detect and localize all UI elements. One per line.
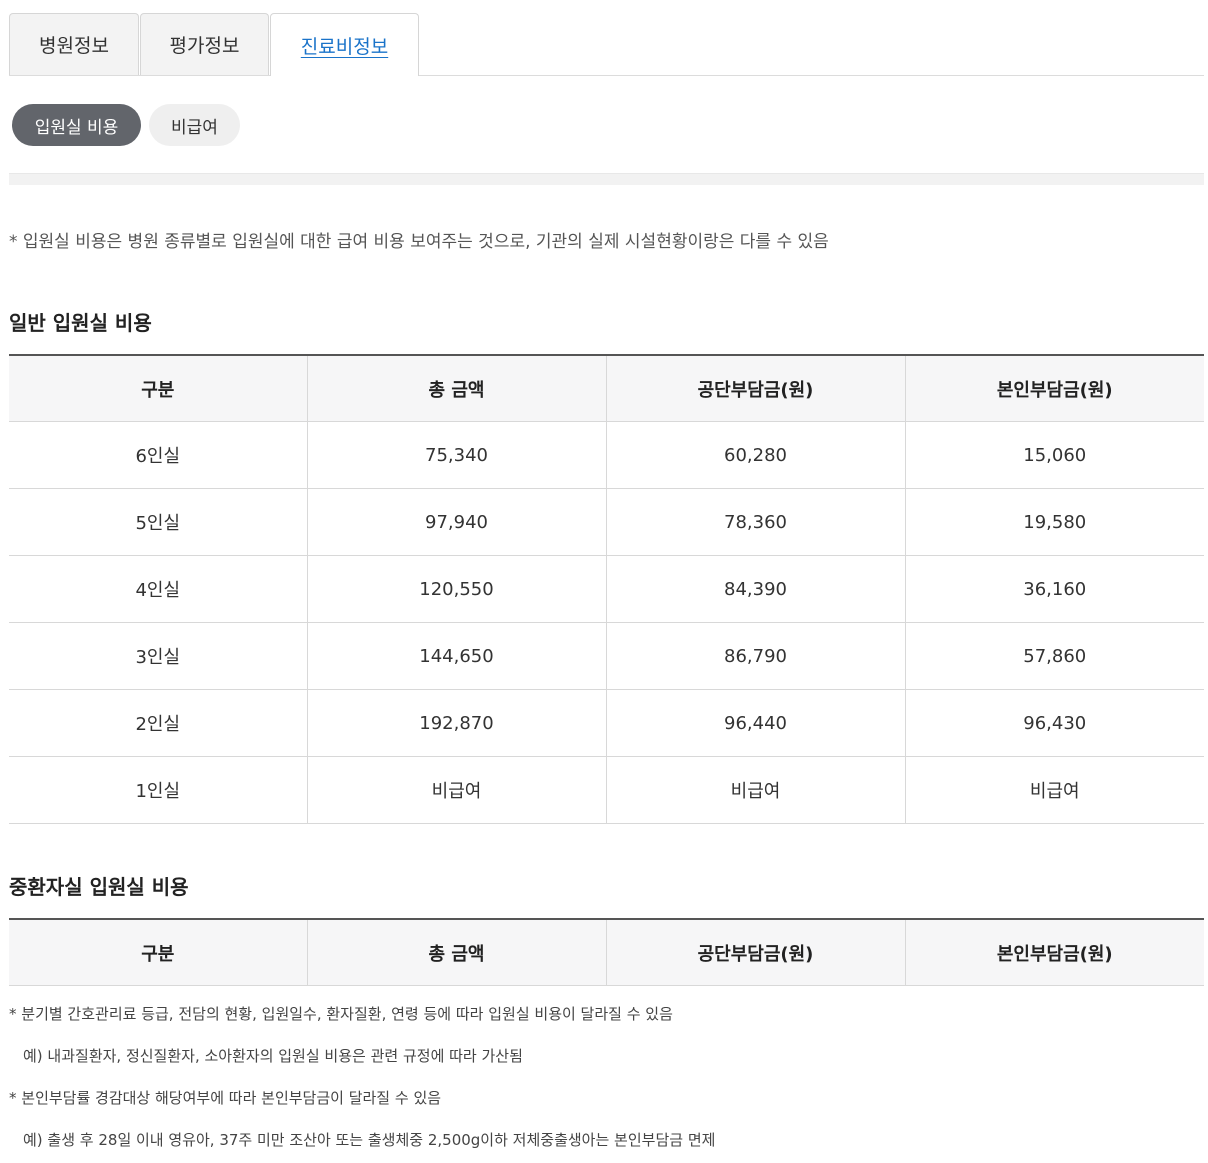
cell-total: 75,340 (306, 421, 606, 489)
tab-bar: 병원정보 평가정보 진료비정보 (9, 0, 1204, 76)
cell-insurer-share: 비급여 (605, 756, 905, 824)
cell-insurer-share: 78,360 (605, 488, 905, 556)
cell-category: 6인실 (9, 421, 307, 489)
cell-patient-share: 비급여 (904, 756, 1204, 824)
note-item: * 본인부담률 경감대상 해당여부에 따라 본인부담금이 달라질 수 있음 (9, 1089, 442, 1107)
note-example: 예) 출생 후 28일 이내 영유아, 37주 미만 조산아 또는 출생체중 2… (23, 1131, 716, 1149)
note-item: * 분기별 간호관리료 등급, 전담의 현황, 입원일수, 환자질환, 연령 등… (9, 1005, 673, 1023)
table-row: 3인실 144,650 86,790 57,860 (9, 622, 1204, 690)
cell-total: 97,940 (306, 488, 606, 556)
tab-hospital-info[interactable]: 병원정보 (9, 13, 139, 75)
cell-insurer-share: 84,390 (605, 555, 905, 623)
note-example: 예) 내과질환자, 정신질환자, 소아환자의 입원실 비용은 관련 규정에 따라… (23, 1047, 523, 1065)
header-category: 구분 (9, 355, 307, 422)
table-header-row: 구분 총 금액 공단부담금(원) 본인부담금(원) (9, 355, 1204, 422)
cell-category: 4인실 (9, 555, 307, 623)
cell-patient-share: 15,060 (904, 421, 1204, 489)
pill-room-cost[interactable]: 입원실 비용 (12, 104, 141, 146)
cell-insurer-share: 86,790 (605, 622, 905, 690)
notice-text: * 입원실 비용은 병원 종류별로 입원실에 대한 급여 비용 보여주는 것으로… (9, 232, 829, 252)
table-row: 4인실 120,550 84,390 36,160 (9, 555, 1204, 623)
header-category: 구분 (9, 919, 307, 986)
icu-room-title: 중환자실 입원실 비용 (9, 875, 189, 899)
notes: * 분기별 간호관리료 등급, 전담의 현황, 입원일수, 환자질환, 연령 등… (9, 1000, 1204, 1163)
page: 병원정보 평가정보 진료비정보 입원실 비용 비급여 * 입원실 비용은 병원 … (0, 0, 1208, 1163)
tab-evaluation-info[interactable]: 평가정보 (140, 13, 269, 75)
table-row: 6인실 75,340 60,280 15,060 (9, 421, 1204, 489)
header-insurer-share: 공단부담금(원) (605, 355, 905, 422)
header-patient-share: 본인부담금(원) (904, 919, 1204, 986)
cell-patient-share: 19,580 (904, 488, 1204, 556)
header-patient-share: 본인부담금(원) (904, 355, 1204, 422)
cell-insurer-share: 96,440 (605, 689, 905, 757)
cell-total: 비급여 (306, 756, 606, 824)
icu-room-table: 구분 총 금액 공단부담금(원) 본인부담금(원) (9, 918, 1204, 986)
cell-total: 192,870 (306, 689, 606, 757)
cell-total: 144,650 (306, 622, 606, 690)
cell-insurer-share: 60,280 (605, 421, 905, 489)
table-row: 2인실 192,870 96,440 96,430 (9, 689, 1204, 757)
general-room-table: 구분 총 금액 공단부담금(원) 본인부담금(원) 6인실 75,340 60,… (9, 354, 1204, 824)
pill-non-covered[interactable]: 비급여 (149, 104, 240, 146)
table-header-row: 구분 총 금액 공단부담금(원) 본인부담금(원) (9, 919, 1204, 986)
table-row: 1인실 비급여 비급여 비급여 (9, 756, 1204, 824)
cell-category: 3인실 (9, 622, 307, 690)
cell-patient-share: 96,430 (904, 689, 1204, 757)
cell-patient-share: 36,160 (904, 555, 1204, 623)
table-row: 5인실 97,940 78,360 19,580 (9, 488, 1204, 556)
cell-category: 1인실 (9, 756, 307, 824)
header-insurer-share: 공단부담금(원) (605, 919, 905, 986)
cell-patient-share: 57,860 (904, 622, 1204, 690)
header-total: 총 금액 (306, 919, 606, 986)
tab-medical-fee-info[interactable]: 진료비정보 (270, 13, 419, 76)
cell-category: 2인실 (9, 689, 307, 757)
sub-tab-bar: 입원실 비용 비급여 (9, 76, 1204, 146)
header-total: 총 금액 (306, 355, 606, 422)
cell-total: 120,550 (306, 555, 606, 623)
general-room-title: 일반 입원실 비용 (9, 311, 152, 335)
cell-category: 5인실 (9, 488, 307, 556)
divider-bar (9, 173, 1204, 185)
